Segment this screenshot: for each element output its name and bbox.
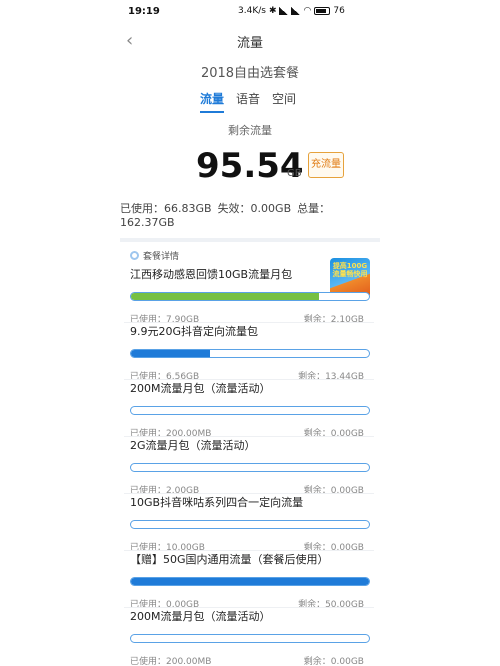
tab-data[interactable]: 流量 bbox=[200, 90, 225, 113]
package-item[interactable]: 2G流量月包（流量活动） 已使用：2.00GB 剩余：0.00GB bbox=[124, 437, 374, 496]
page-title: 流量 bbox=[236, 36, 263, 51]
usage-bar bbox=[130, 463, 370, 472]
nav-bar: ‹ 流量 bbox=[0, 28, 500, 56]
usage-bar-fill bbox=[131, 293, 320, 300]
package-item[interactable]: 江西移动感恩回馈10GB流量月包 已使用：7.90GB 剩余：2.10GB bbox=[124, 266, 374, 325]
recharge-button[interactable]: 充流量 bbox=[308, 152, 344, 178]
package-name: 【赠】50G国内通用流量（套餐后使用） bbox=[130, 553, 329, 566]
plan-name: 2018自由选套餐 bbox=[200, 66, 300, 81]
package-left: 剩余：0.00GB bbox=[303, 657, 364, 666]
expired-total: 失效：0.00GB bbox=[217, 202, 292, 215]
remaining-value: 95.54 bbox=[196, 146, 304, 186]
signal-icon bbox=[279, 7, 289, 15]
usage-bar bbox=[130, 349, 370, 358]
wifi-icon: ◠ bbox=[303, 6, 312, 16]
signal-icon-2 bbox=[291, 7, 301, 15]
usage-bar bbox=[130, 292, 370, 301]
package-item[interactable]: 9.9元20G抖音定向流量包 已使用：6.56GB 剩余：13.44GB bbox=[124, 323, 374, 382]
package-name: 江西移动感恩回馈10GB流量月包 bbox=[130, 268, 293, 281]
package-item[interactable]: 10GB抖音咪咕系列四合一定向流量 已使用：10.00GB 剩余：0.00GB bbox=[124, 494, 374, 553]
usage-bar bbox=[130, 406, 370, 415]
usage-summary: 已使用：66.83GB 失效：0.00GB 总量：162.37GB bbox=[120, 202, 382, 230]
tab-bar: 流量 语音 空间 bbox=[200, 90, 296, 113]
package-item[interactable]: 【赠】50G国内通用流量（套餐后使用） 已使用：0.00GB 剩余：50.00G… bbox=[124, 551, 374, 610]
battery-icon bbox=[314, 7, 331, 15]
network-speed: 3.4K/s bbox=[238, 6, 266, 16]
package-item[interactable]: 200M流量月包（流量活动） 已使用：200.00MB 剩余：0.00GB bbox=[124, 380, 374, 439]
remaining-unit: GB bbox=[287, 168, 302, 179]
battery-level: 76 bbox=[333, 6, 345, 16]
package-name: 2G流量月包（流量活动） bbox=[130, 439, 256, 452]
status-time: 19:19 bbox=[128, 6, 160, 17]
package-used: 已使用：200.00MB bbox=[130, 657, 212, 666]
usage-bar-fill bbox=[131, 578, 369, 585]
section-divider bbox=[120, 238, 380, 242]
package-name: 200M流量月包（流量活动） bbox=[130, 382, 271, 395]
usage-bar-fill bbox=[131, 350, 210, 357]
remaining-label: 剩余流量 bbox=[228, 124, 272, 137]
package-list: 江西移动感恩回馈10GB流量月包 已使用：7.90GB 剩余：2.10GB 9.… bbox=[124, 266, 374, 666]
circle-icon bbox=[130, 251, 139, 260]
package-stats: 已使用：200.00MB 剩余：0.00GB bbox=[130, 654, 370, 666]
package-name: 10GB抖音咪咕系列四合一定向流量 bbox=[130, 496, 304, 509]
bluetooth-icon: ✱ bbox=[268, 6, 277, 16]
status-bar: 19:19 3.4K/s ✱ ◠ 76 bbox=[0, 0, 500, 24]
package-name: 200M流量月包（流量活动） bbox=[130, 610, 271, 623]
tab-space[interactable]: 空间 bbox=[272, 90, 296, 113]
usage-bar bbox=[130, 520, 370, 529]
tab-voice[interactable]: 语音 bbox=[236, 90, 260, 113]
package-name: 9.9元20G抖音定向流量包 bbox=[130, 325, 259, 338]
status-icons: 3.4K/s ✱ ◠ 76 bbox=[238, 6, 345, 16]
package-detail-title: 套餐详情 bbox=[143, 252, 180, 262]
used-total: 已使用：66.83GB bbox=[120, 202, 212, 215]
usage-bar bbox=[130, 577, 370, 586]
usage-bar bbox=[130, 634, 370, 643]
package-item[interactable]: 200M流量月包（流量活动） 已使用：200.00MB 剩余：0.00GB bbox=[130, 608, 370, 666]
package-detail-header: 套餐详情 bbox=[130, 249, 179, 262]
